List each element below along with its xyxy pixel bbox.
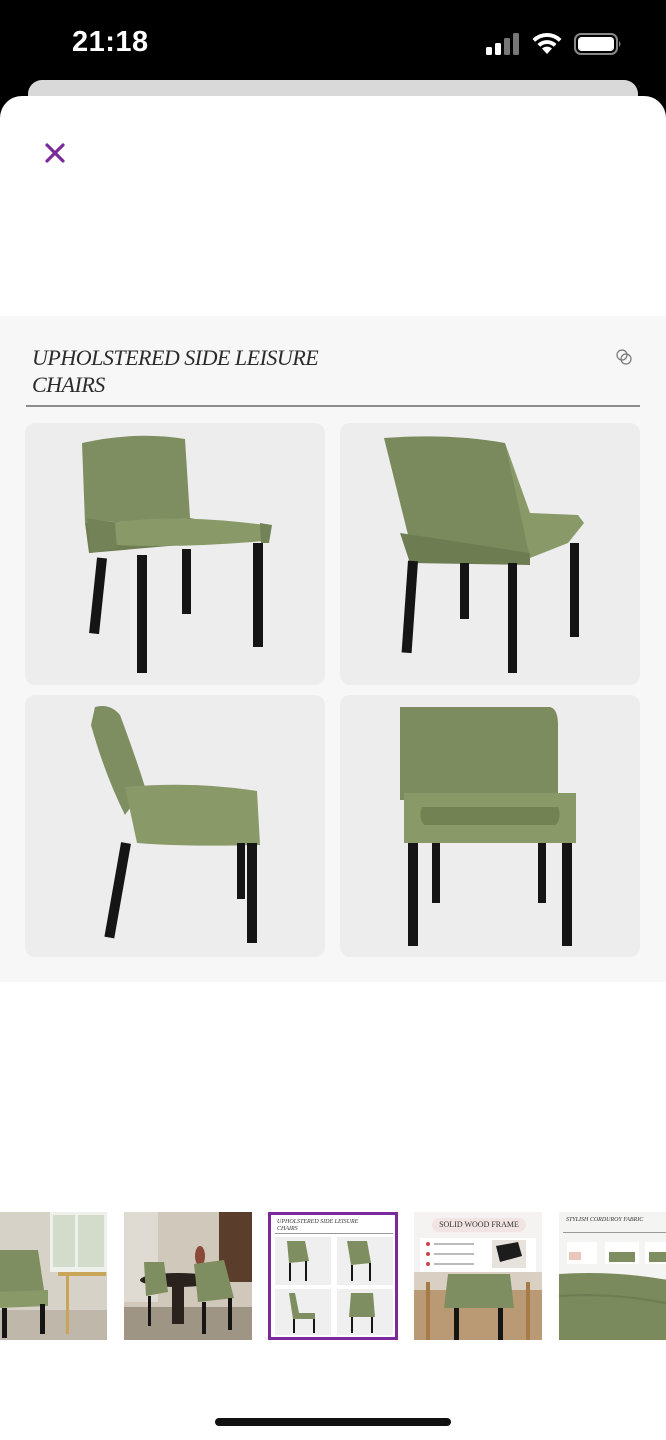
chair-view-front [340, 695, 640, 957]
thumbnail-corduroy-fabric-title: STYLISH CORDUROY FABRIC [566, 1217, 644, 1223]
thumbnail-corduroy-fabric[interactable]: STYLISH CORDUROY FABRIC [559, 1212, 666, 1340]
rings-icon [616, 349, 632, 365]
thumbnail-strip[interactable]: UPHOLSTERED SIDE LEISURE CHAIRS SOLID WO… [0, 1212, 666, 1342]
status-time: 21:18 [72, 26, 149, 58]
thumbnail-solid-wood-frame-title: SOLID WOOD FRAME [432, 1218, 526, 1232]
battery-icon [574, 33, 621, 55]
image-title: UPHOLSTERED SIDE LEISURE CHAIRS [32, 345, 319, 397]
status-bar: 21:18 [0, 0, 666, 92]
main-product-image[interactable]: UPHOLSTERED SIDE LEISURE CHAIRS [0, 316, 666, 982]
signal-icon [486, 33, 519, 55]
close-icon[interactable] [38, 136, 72, 170]
chair-view-back-angle [340, 423, 640, 685]
chair-view-side [25, 695, 325, 957]
home-indicator[interactable] [215, 1418, 451, 1426]
image-viewer-sheet: UPHOLSTERED SIDE LEISURE CHAIRS UPHOLSTE… [0, 96, 666, 1440]
thumbnail-four-views-image [275, 1233, 393, 1335]
chair-back-angle-image [384, 436, 584, 673]
chair-front-angle-image [82, 435, 272, 673]
thumbnail-corduroy-fabric-image [559, 1212, 666, 1340]
thumbnail-living-room[interactable] [0, 1212, 107, 1340]
chair-side-image [91, 706, 260, 943]
chair-front-image [400, 707, 576, 946]
thumbnail-dining-room[interactable] [124, 1212, 252, 1340]
wifi-icon [532, 32, 562, 54]
title-divider [26, 405, 640, 407]
thumbnail-four-views[interactable]: UPHOLSTERED SIDE LEISURE CHAIRS [268, 1212, 398, 1340]
thumbnail-dining-room-image [124, 1212, 252, 1340]
thumbnail-solid-wood-frame[interactable]: SOLID WOOD FRAME [414, 1212, 542, 1340]
thumbnail-living-room-image [0, 1212, 107, 1340]
chair-view-front-angle [25, 423, 325, 685]
